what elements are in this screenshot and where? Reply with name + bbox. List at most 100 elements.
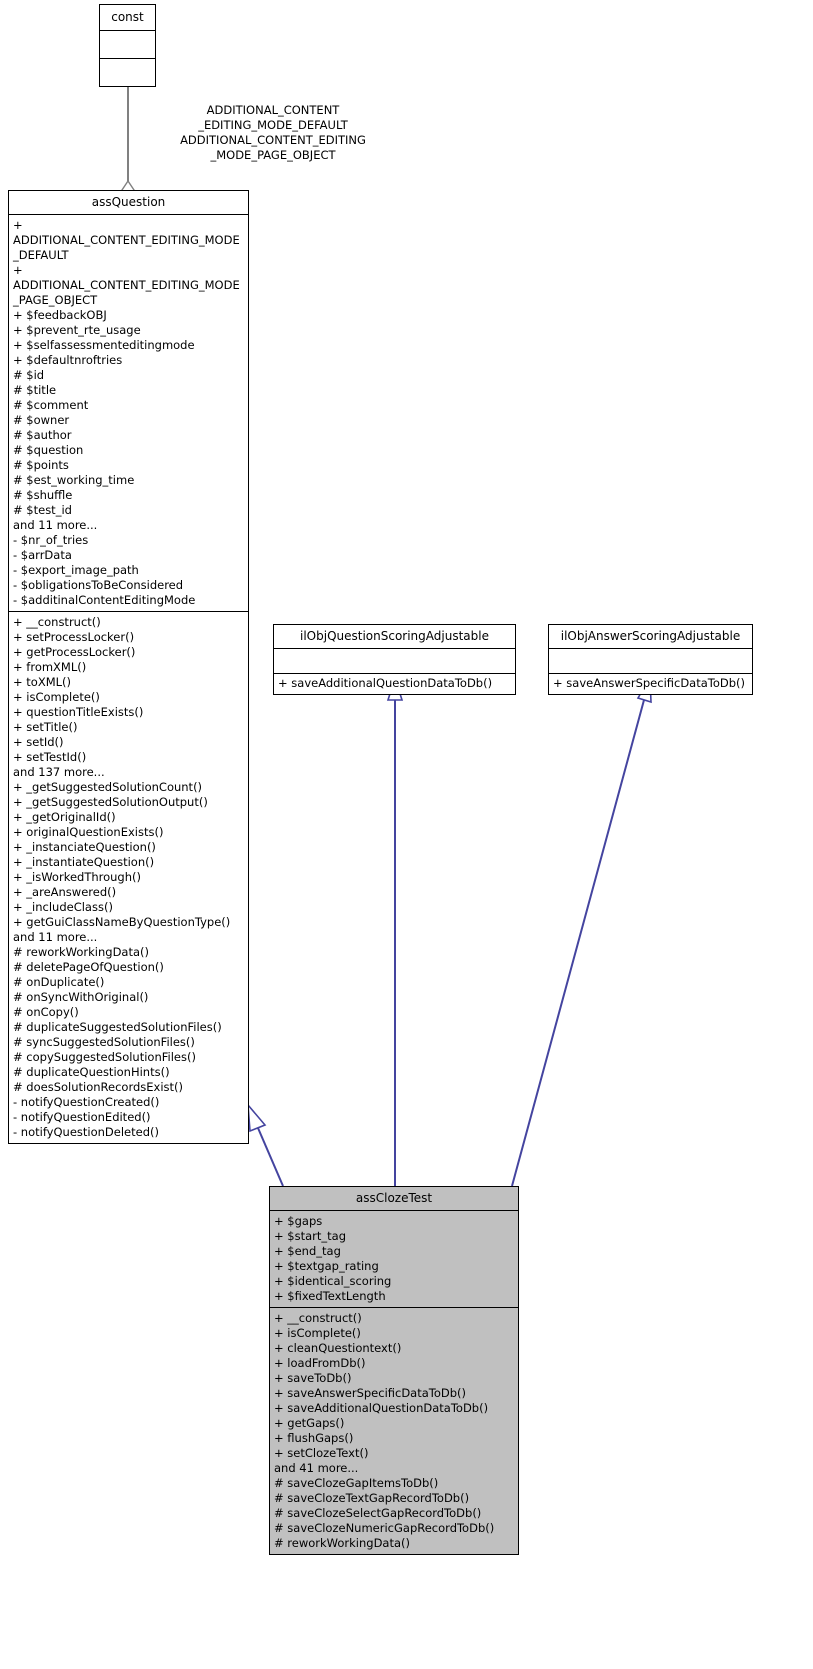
member-row: + setTestId() — [13, 750, 87, 764]
member-row: + saveAdditionalQuestionDataToDb() — [274, 1401, 489, 1415]
member-row: + __construct() — [274, 1311, 362, 1325]
member-row: + fromXML() — [13, 660, 87, 674]
member-row: + __construct() — [13, 615, 101, 629]
class-name-ilobjanswerscoringadjustable: ilObjAnswerScoringAdjustable — [549, 625, 752, 649]
member-row: + questionTitleExists() — [13, 705, 144, 719]
member-row: + _getSuggestedSolutionCount() — [13, 780, 203, 794]
member-row: # copySuggestedSolutionFiles() — [13, 1050, 196, 1064]
member-row: # saveClozeTextGapRecordToDb() — [274, 1491, 470, 1505]
member-row: # $title — [13, 383, 57, 397]
member-row: + $feedbackOBJ — [13, 308, 107, 322]
member-row: # $comment — [13, 398, 89, 412]
member-row: # saveClozeGapItemsToDb() — [274, 1476, 439, 1490]
member-row: # $shuffle — [13, 488, 73, 502]
member-row: # saveClozeNumericGapRecordToDb() — [274, 1521, 495, 1535]
member-row: + originalQuestionExists() — [13, 825, 164, 839]
diagram-canvas: ADDITIONAL_CONTENT _EDITING_MODE_DEFAULT… — [0, 0, 813, 1669]
operations-compartment-ilobjquestionscoringadjustable: + saveAdditionalQuestionDataToDb() — [274, 674, 515, 694]
class-name-ilobjquestionscoringadjustable: ilObjQuestionScoringAdjustable — [274, 625, 515, 649]
member-row: # $id — [13, 368, 45, 382]
class-name-assquestion: assQuestion — [9, 191, 248, 215]
member-row: and 41 more... — [274, 1461, 359, 1475]
member-row: # $test_id — [13, 503, 72, 517]
member-row: # reworkWorkingData() — [274, 1536, 411, 1550]
member-row: - $arrData — [13, 548, 72, 562]
member-row: + isComplete() — [274, 1326, 361, 1340]
member-row: + $defaultnroftries — [13, 353, 123, 367]
member-row: # deletePageOfQuestion() — [13, 960, 164, 974]
class-box-assquestion[interactable]: assQuestion + ADDITIONAL_CONTENT_EDITING… — [8, 190, 249, 1144]
member-row: # doesSolutionRecordsExist() — [13, 1080, 184, 1094]
member-row: # $est_working_time — [13, 473, 135, 487]
member-row: + getGuiClassNameByQuestionType() — [13, 915, 231, 929]
member-row: and 11 more... — [13, 930, 98, 944]
member-row: + flushGaps() — [274, 1431, 354, 1445]
member-row: + cleanQuestiontext() — [274, 1341, 402, 1355]
member-row: and 11 more... — [13, 518, 98, 532]
member-row: # syncSuggestedSolutionFiles() — [13, 1035, 195, 1049]
member-row: # $question — [13, 443, 84, 457]
member-row: + saveAnswerSpecificDataToDb() — [553, 676, 746, 690]
member-row: + setTitle() — [13, 720, 78, 734]
member-row: + _areAnswered() — [13, 885, 117, 899]
member-row: - $obligationsToBeConsidered — [13, 578, 184, 592]
class-box-ilobjquestionscoringadjustable[interactable]: ilObjQuestionScoringAdjustable + saveAdd… — [273, 624, 516, 695]
member-row: # $owner — [13, 413, 70, 427]
member-row: + getGaps() — [274, 1416, 345, 1430]
member-row: + isComplete() — [13, 690, 100, 704]
member-row: - $additinalContentEditingMode — [13, 593, 196, 607]
member-row: + $textgap_rating — [274, 1259, 379, 1273]
member-row: + setClozeText() — [274, 1446, 369, 1460]
member-row: and 137 more... — [13, 765, 105, 779]
member-row: + _includeClass() — [13, 900, 113, 914]
member-row: # $points — [13, 458, 69, 472]
attributes-compartment-assclozetest: + $gaps + $start_tag + $end_tag + $textgap_… — [270, 1211, 518, 1308]
member-row: # duplicateQuestionHints() — [13, 1065, 170, 1079]
operations-compartment-ilobjanswerscoringadjustable: + saveAnswerSpecificDataToDb() — [549, 674, 752, 694]
member-row: # onDuplicate() — [13, 975, 105, 989]
member-row: + $identical_scoring — [274, 1274, 392, 1288]
edge-label-const-assquestion: ADDITIONAL_CONTENT _EDITING_MODE_DEFAULT… — [180, 103, 366, 162]
class-name-assclozetest: assClozeTest — [270, 1187, 518, 1211]
member-row: # $author — [13, 428, 72, 442]
member-row: + $gaps — [274, 1214, 323, 1228]
member-row: + $start_tag — [274, 1229, 346, 1243]
member-row: + $prevent_rte_usage — [13, 323, 141, 337]
operations-compartment-assquestion: + __construct() + setProcessLocker() + get… — [9, 612, 248, 1143]
member-row: + loadFromDb() — [274, 1356, 366, 1370]
member-row: # reworkWorkingData() — [13, 945, 150, 959]
class-box-assclozetest[interactable]: assClozeTest + $gaps + $start_tag + $end_t… — [269, 1186, 519, 1555]
operations-compartment-const — [100, 59, 155, 86]
member-row: + setId() — [13, 735, 64, 749]
member-row: + getProcessLocker() — [13, 645, 136, 659]
class-box-const[interactable]: const — [99, 4, 156, 87]
member-row: + _getSuggestedSolutionOutput() — [13, 795, 208, 809]
edge-assclozetest-iqsa — [386, 675, 404, 1186]
member-row: + saveToDb() — [274, 1371, 352, 1385]
member-row: # saveClozeSelectGapRecordToDb() — [274, 1506, 482, 1520]
member-row: + _isWorkedThrough() — [13, 870, 141, 884]
member-row: + $end_tag — [274, 1244, 341, 1258]
member-row: + $fixedTextLength — [274, 1289, 386, 1303]
member-row: - notifyQuestionEdited() — [13, 1110, 151, 1124]
member-row: + _getOriginalId() — [13, 810, 116, 824]
attributes-compartment-ilobjanswerscoringadjustable — [549, 649, 752, 674]
member-row: + _instantiateQuestion() — [13, 855, 155, 869]
member-row: - $export_image_path — [13, 563, 139, 577]
edge-assclozetest-assquestion — [247, 1102, 284, 1187]
member-row: + ADDITIONAL_CONTENT_EDITING_MODE_DEFAUL… — [13, 218, 240, 262]
operations-compartment-assclozetest: + __construct() + isComplete() + cleanQues… — [270, 1308, 518, 1554]
attributes-compartment-assquestion: + ADDITIONAL_CONTENT_EDITING_MODE_DEFAUL… — [9, 215, 248, 612]
class-name-const: const — [100, 5, 155, 31]
member-row: - notifyQuestionCreated() — [13, 1095, 160, 1109]
class-box-ilobjanswerscoringadjustable[interactable]: ilObjAnswerScoringAdjustable + saveAnswe… — [548, 624, 753, 695]
member-row: - notifyQuestionDeleted() — [13, 1125, 159, 1139]
member-row: + ADDITIONAL_CONTENT_EDITING_MODE_PAGE_O… — [13, 263, 240, 307]
attributes-compartment-ilobjquestionscoringadjustable — [274, 649, 515, 674]
attributes-compartment-const — [100, 31, 155, 59]
member-row: # duplicateSuggestedSolutionFiles() — [13, 1020, 222, 1034]
member-row: # onCopy() — [13, 1005, 79, 1019]
member-row: + saveAdditionalQuestionDataToDb() — [278, 676, 493, 690]
member-row: + _instanciateQuestion() — [13, 840, 156, 854]
member-row: # onSyncWithOriginal() — [13, 990, 149, 1004]
